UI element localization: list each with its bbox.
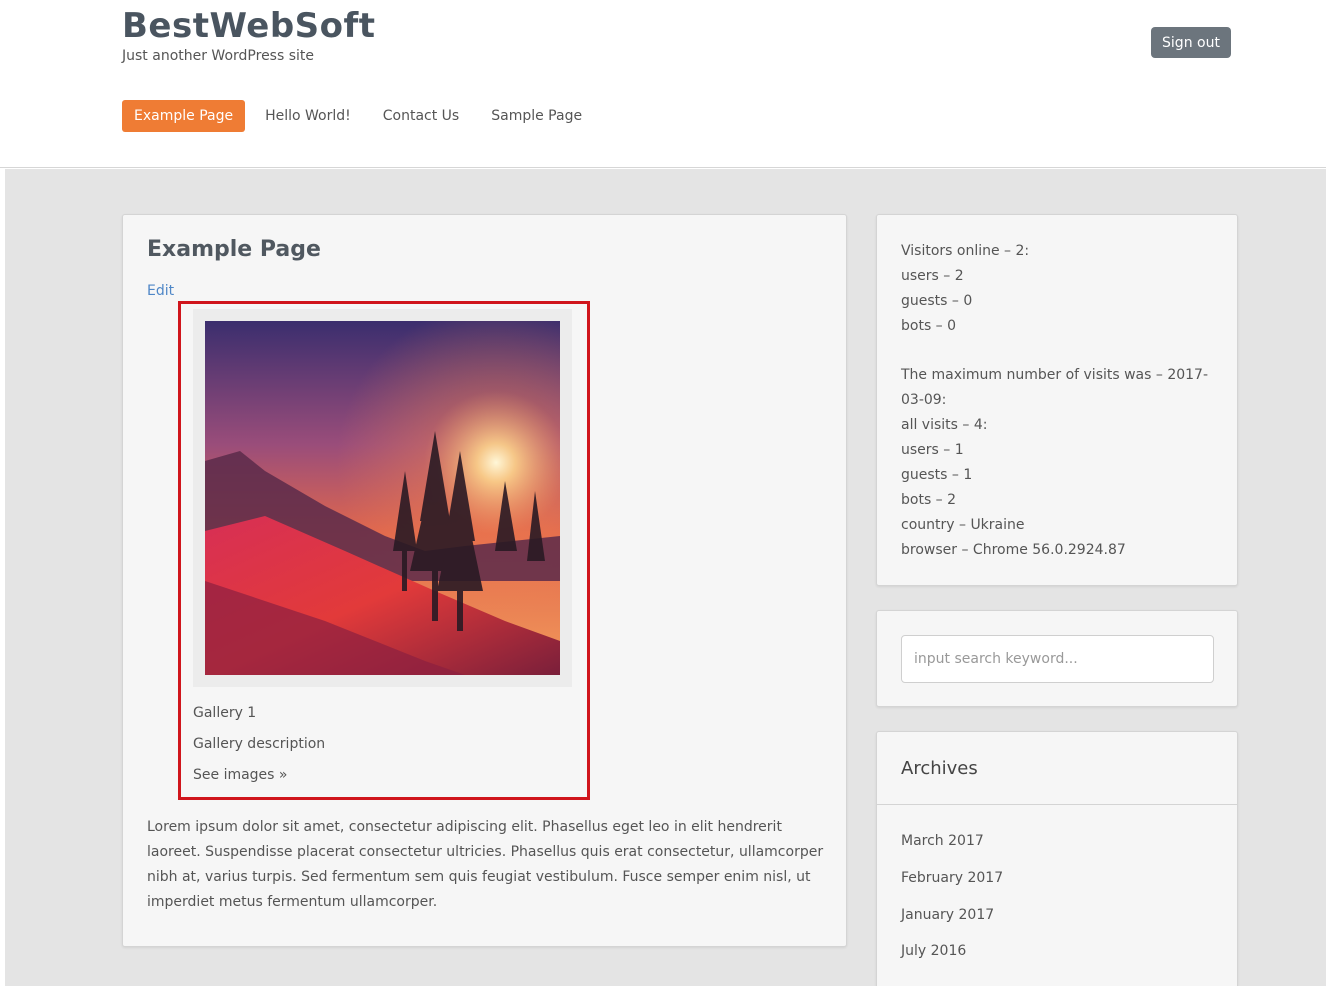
archive-link-january-2017[interactable]: January 2017 (901, 907, 994, 923)
page-body-text: Lorem ipsum dolor sit amet, consectetur … (147, 819, 824, 910)
site-title[interactable]: BestWebSoft (122, 6, 376, 46)
max-country: country – Ukraine (901, 517, 1025, 533)
nav-item-sample-page[interactable]: Sample Page (479, 100, 594, 132)
gallery-cover-image[interactable] (205, 321, 560, 675)
max-bots: bots – 2 (901, 492, 957, 508)
visitors-online-count: Visitors online – 2: (901, 243, 1030, 259)
search-widget (876, 610, 1238, 707)
sign-out-button[interactable]: Sign out (1151, 27, 1231, 58)
visitors-users: users – 2 (901, 268, 964, 284)
visitors-online-widget: Visitors online – 2: users – 2 guests – … (876, 214, 1238, 586)
site-tagline: Just another WordPress site (122, 48, 315, 64)
archive-link-july-2016[interactable]: July 2016 (901, 943, 966, 959)
search-input[interactable] (901, 635, 1214, 683)
nav-item-contact-us[interactable]: Contact Us (371, 100, 471, 132)
archive-link-february-2017[interactable]: February 2017 (901, 870, 1003, 886)
max-users: users – 1 (901, 442, 964, 458)
max-visits-line-1: The maximum number of visits was – 2017- (901, 367, 1209, 383)
nav-item-example-page[interactable]: Example Page (122, 100, 246, 132)
visitors-guests: guests – 0 (901, 293, 973, 309)
visitors-bots: bots – 0 (901, 318, 957, 334)
archives-divider (877, 804, 1237, 805)
archive-link-march-2017[interactable]: March 2017 (901, 833, 984, 849)
main-content-card: Example Page Edit Gallery 1 Gallery desc… (122, 214, 847, 947)
archives-widget: Archives March 2017 February 2017 Januar… (876, 731, 1238, 986)
edit-link[interactable]: Edit (147, 283, 174, 299)
see-images-link[interactable]: See images » (193, 767, 287, 783)
sunset-landscape-image (205, 321, 560, 675)
site-header: BestWebSoft Just another WordPress site … (0, 0, 1326, 168)
nav-item-hello-world[interactable]: Hello World! (253, 100, 363, 132)
max-all-visits: all visits – 4: (901, 417, 988, 433)
max-browser: browser – Chrome 56.0.2924.87 (901, 542, 1126, 558)
page-title: Example Page (147, 237, 321, 262)
gallery-description: Gallery description (193, 736, 326, 752)
archives-title: Archives (901, 758, 978, 779)
max-guests: guests – 1 (901, 467, 973, 483)
gallery-title: Gallery 1 (193, 705, 257, 721)
main-nav: Example Page Hello World! Contact Us Sam… (122, 100, 602, 132)
visitors-spacer (901, 339, 1221, 363)
max-visits-line-2: 03-09: (901, 392, 947, 408)
